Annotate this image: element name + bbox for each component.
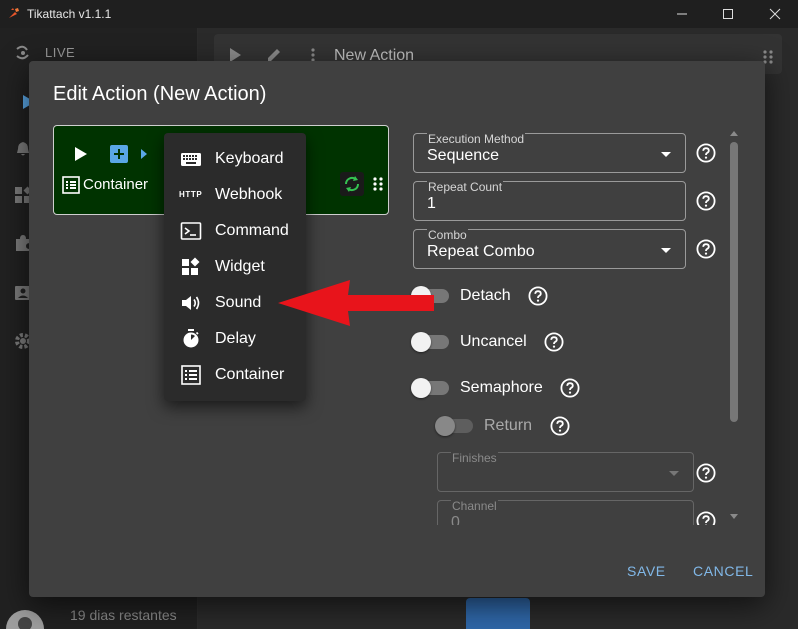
add-action-menu: Keyboard HTTP Webhook Command Widget Sou… (164, 133, 306, 401)
add-box-icon[interactable] (110, 145, 128, 163)
help-icon[interactable] (528, 286, 548, 306)
channel-clip: Channel 0 (429, 497, 709, 525)
combo-select[interactable]: Combo Repeat Combo (413, 229, 686, 269)
caret-right-icon[interactable] (140, 148, 148, 160)
maximize-button[interactable] (705, 0, 751, 28)
app-logo-icon (9, 8, 19, 18)
menu-item-container[interactable]: Container (164, 357, 306, 393)
dialog-title: Edit Action (New Action) (53, 83, 267, 105)
widget-icon (182, 257, 200, 275)
close-window-button[interactable] (752, 0, 798, 28)
uncancel-toggle[interactable] (411, 332, 449, 352)
user-icon (18, 617, 32, 629)
help-icon[interactable] (560, 378, 580, 398)
list-icon (62, 176, 80, 194)
semaphore-label: Semaphore (460, 379, 543, 396)
maximize-icon (723, 9, 733, 19)
return-toggle[interactable] (435, 416, 473, 436)
window-title: Tikattach v1.1.1 (27, 7, 112, 21)
help-icon[interactable] (696, 191, 716, 211)
help-icon[interactable] (696, 511, 716, 525)
menu-item-label: Command (215, 222, 289, 239)
execution-method-select[interactable]: Execution Method Sequence (413, 133, 686, 173)
cancel-button[interactable]: CANCEL (693, 563, 753, 579)
drag-handle-icon[interactable] (372, 176, 384, 192)
play-icon[interactable] (74, 146, 88, 162)
semaphore-toggle[interactable] (411, 378, 449, 398)
minimize-button[interactable] (659, 0, 705, 28)
volume-icon (182, 296, 200, 310)
annotation-arrow-icon (278, 280, 434, 326)
dropdown-arrow-icon (669, 471, 679, 476)
toggle-knob (435, 416, 455, 436)
help-icon[interactable] (696, 463, 716, 483)
timer-icon (183, 329, 199, 348)
finishes-select[interactable]: Finishes (437, 452, 694, 492)
terminal-icon (180, 222, 202, 240)
menu-item-label: Container (215, 366, 285, 383)
execution-method-value: Sequence (427, 147, 500, 164)
container-label: Container (83, 176, 149, 193)
live-icon[interactable] (14, 44, 32, 62)
menu-item-label: Webhook (215, 186, 283, 203)
close-icon (769, 8, 781, 20)
scrollbar-thumb[interactable] (730, 142, 738, 422)
uncancel-label: Uncancel (460, 333, 527, 350)
repeat-count-label: Repeat Count (427, 180, 504, 194)
save-button[interactable]: SAVE (627, 563, 666, 579)
menu-item-label: Keyboard (215, 150, 284, 167)
keyboard-icon (181, 153, 201, 166)
dropdown-arrow-icon (661, 152, 671, 157)
help-icon[interactable] (544, 332, 564, 352)
list-icon (181, 365, 201, 385)
combo-value: Repeat Combo (427, 243, 535, 260)
finishes-label: Finishes (451, 451, 498, 465)
channel-label: Channel (451, 499, 498, 513)
execution-method-label: Execution Method (427, 132, 526, 146)
title-bar: Tikattach v1.1.1 (0, 0, 798, 28)
detach-label: Detach (460, 287, 511, 304)
help-icon[interactable] (550, 416, 570, 436)
sidebar-live-label: LIVE (45, 45, 76, 60)
minimize-icon (677, 13, 687, 15)
avatar[interactable] (6, 610, 44, 629)
menu-item-label: Widget (215, 258, 265, 275)
channel-value: 0 (451, 514, 460, 525)
menu-item-command[interactable]: Command (164, 213, 306, 249)
repeat-button[interactable] (340, 172, 364, 196)
scroll-down-icon[interactable] (730, 514, 738, 520)
menu-item-label: Delay (215, 330, 256, 347)
help-icon[interactable] (696, 239, 716, 259)
edit-action-dialog: Edit Action (New Action) Container Execu… (29, 61, 765, 597)
combo-label: Combo (427, 228, 468, 242)
return-label: Return (484, 417, 533, 434)
channel-input[interactable]: Channel 0 (437, 500, 694, 525)
toggle-knob (411, 332, 431, 352)
menu-item-label: Sound (215, 294, 262, 311)
help-icon[interactable] (696, 143, 716, 163)
dropdown-arrow-icon (661, 248, 671, 253)
http-icon: HTTP (179, 190, 203, 199)
repeat-count-value: 1 (427, 195, 436, 212)
scroll-up-icon[interactable] (730, 130, 738, 136)
repeat-count-input[interactable]: Repeat Count 1 (413, 181, 686, 221)
menu-item-keyboard[interactable]: Keyboard (164, 141, 306, 177)
days-remaining: 19 dias restantes (70, 607, 177, 623)
bottom-action-button[interactable] (466, 598, 530, 629)
toggle-knob (411, 378, 431, 398)
menu-item-webhook[interactable]: HTTP Webhook (164, 177, 306, 213)
help-clip (693, 509, 719, 525)
repeat-icon (344, 176, 360, 192)
